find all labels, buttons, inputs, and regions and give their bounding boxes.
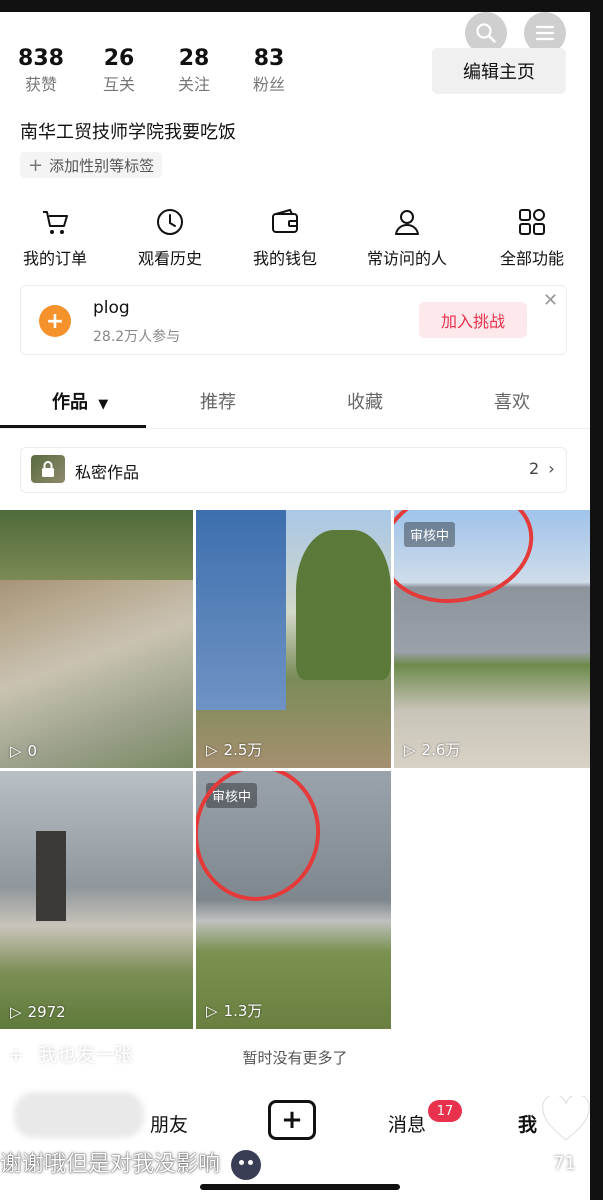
- private-works-count: 2: [529, 459, 540, 478]
- play-count: ▷ 2972: [10, 1003, 66, 1021]
- join-challenge-button[interactable]: 加入挑战: [419, 302, 527, 338]
- tab-recommend[interactable]: 推荐: [200, 388, 236, 414]
- messages-badge: 17: [428, 1100, 462, 1122]
- edit-profile-button[interactable]: 编辑主页: [432, 48, 566, 94]
- stat-following-value: 28: [178, 46, 210, 71]
- quick-action-label: 我的钱包: [252, 249, 317, 268]
- comment-text: 谢谢哦但是对我没影响: [0, 1152, 221, 1177]
- video-thumb[interactable]: ▷ 2972: [0, 771, 193, 1029]
- also-post-button[interactable]: + 我也发一张: [8, 1040, 133, 1067]
- stat-likes-label: 获赞: [24, 75, 57, 94]
- private-works-label: 私密作品: [75, 463, 140, 482]
- home-indicator: [200, 1184, 400, 1190]
- clock-icon: [115, 205, 225, 239]
- grid-icon: [477, 205, 587, 239]
- stat-likes[interactable]: 838 获赞: [6, 46, 76, 95]
- stat-following-label: 关注: [177, 75, 210, 94]
- stat-followers[interactable]: 83 粉丝: [234, 46, 304, 95]
- close-icon[interactable]: ✕: [543, 290, 558, 311]
- quick-action-all[interactable]: 全部功能: [477, 205, 587, 269]
- emoji-icon: [231, 1150, 262, 1180]
- play-count: ▷ 1.3万: [206, 1000, 262, 1021]
- play-count: ▷ 2.6万: [404, 739, 460, 760]
- challenge-participants: 28.2万人参与: [93, 329, 181, 345]
- play-count-value: 2972: [27, 1003, 66, 1021]
- thumb-foliage: [0, 510, 193, 580]
- play-icon: ▷: [404, 740, 416, 759]
- nav-messages[interactable]: 消息: [388, 1110, 426, 1137]
- quick-action-wallet[interactable]: 我的钱包: [230, 205, 340, 269]
- private-works-count-wrap: 2 ›: [529, 459, 555, 478]
- add-tag-label: 添加性别等标签: [49, 156, 155, 175]
- play-count: ▷ 0: [10, 742, 37, 760]
- stat-mutual[interactable]: 26 互关: [84, 46, 154, 95]
- challenge-card[interactable]: + plog 28.2万人参与 加入挑战 ✕: [20, 285, 567, 355]
- stat-mutual-value: 26: [103, 46, 135, 71]
- play-count-value: 2.6万: [421, 741, 461, 759]
- also-post-label: 我也发一张: [37, 1044, 133, 1066]
- caret-down-icon: ▼: [98, 397, 109, 412]
- plus-icon: +: [8, 1044, 24, 1066]
- stat-following[interactable]: 28 关注: [159, 46, 229, 95]
- stat-likes-value: 838: [18, 46, 64, 71]
- heart-icon[interactable]: [541, 1094, 591, 1146]
- tab-likes[interactable]: 喜欢: [494, 388, 530, 414]
- plus-icon: +: [28, 154, 44, 176]
- play-count: ▷ 2.5万: [206, 739, 262, 760]
- quick-action-orders[interactable]: 我的订单: [0, 205, 110, 269]
- private-works-row[interactable]: 私密作品 2 ›: [20, 447, 567, 493]
- username: 南华工贸技师学院我要吃饭: [20, 122, 236, 143]
- tab-favorites[interactable]: 收藏: [347, 388, 383, 414]
- tab-works-label: 作品: [52, 392, 88, 413]
- thumb-stairs: [196, 510, 286, 710]
- right-border: [590, 0, 603, 1200]
- play-icon: ▷: [206, 740, 218, 759]
- create-button[interactable]: +: [268, 1100, 316, 1140]
- lock-icon: [31, 455, 65, 483]
- play-count-value: 0: [27, 742, 38, 760]
- video-thumb[interactable]: ▷ 2.5万: [196, 510, 391, 768]
- top-border: [0, 0, 603, 12]
- quick-action-visitors[interactable]: 常访问的人: [352, 205, 462, 269]
- plus-icon: +: [281, 1105, 303, 1135]
- nav-me[interactable]: 我: [518, 1110, 537, 1137]
- annotation-circle: [196, 771, 329, 910]
- video-thumb[interactable]: 审核中 ▷ 1.3万: [196, 771, 391, 1029]
- play-count-value: 1.3万: [223, 1002, 263, 1020]
- play-icon: ▷: [206, 1001, 218, 1020]
- person-icon: [352, 205, 462, 239]
- stat-mutual-label: 互关: [102, 75, 135, 94]
- quick-action-label: 观看历史: [137, 249, 202, 268]
- menu-icon: [535, 25, 555, 41]
- divider: [0, 428, 590, 429]
- play-icon: ▷: [10, 742, 22, 760]
- wallet-icon: [230, 205, 340, 239]
- add-tag-button[interactable]: + 添加性别等标签: [20, 152, 163, 178]
- quick-action-label: 我的订单: [22, 249, 87, 268]
- thumb-tree: [296, 530, 391, 680]
- plog-icon: +: [39, 305, 71, 337]
- video-thumb[interactable]: 审核中 ▷ 2.6万: [394, 510, 590, 768]
- challenge-title: plog: [93, 298, 130, 318]
- quick-action-label: 常访问的人: [366, 249, 447, 268]
- like-count: 71: [553, 1153, 576, 1174]
- chevron-right-icon: ›: [548, 459, 555, 478]
- thumb-statue: [36, 831, 66, 921]
- tab-works[interactable]: 作品 ▼: [52, 388, 108, 414]
- nav-friends[interactable]: 朋友: [150, 1110, 188, 1137]
- comment-overlay: 谢谢哦但是对我没影响: [0, 1146, 262, 1180]
- cart-icon: [0, 205, 110, 239]
- search-icon: [476, 23, 496, 43]
- quick-action-history[interactable]: 观看历史: [115, 205, 225, 269]
- annotation-circle: [394, 510, 545, 617]
- stat-followers-label: 粉丝: [252, 75, 285, 94]
- blurred-avatar: [14, 1092, 144, 1138]
- play-count-value: 2.5万: [223, 741, 263, 759]
- video-thumb[interactable]: ▷ 0: [0, 510, 193, 768]
- quick-action-label: 全部功能: [499, 249, 564, 268]
- stat-followers-value: 83: [253, 46, 285, 71]
- play-icon: ▷: [10, 1003, 22, 1021]
